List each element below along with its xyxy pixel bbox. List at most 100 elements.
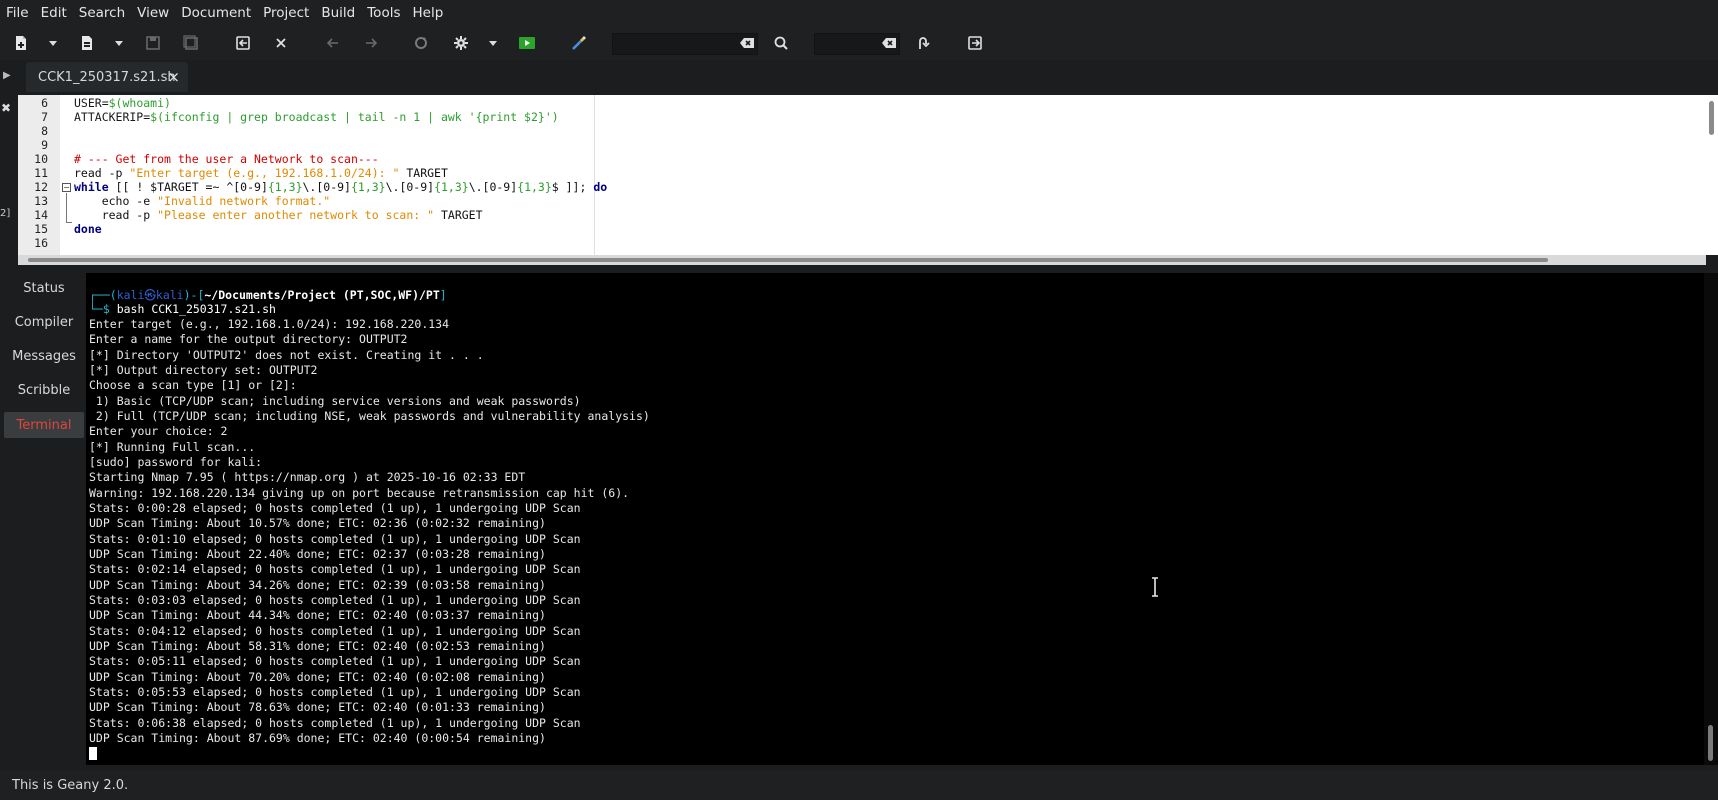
menu-view[interactable]: View bbox=[137, 5, 177, 21]
clear-goto-icon[interactable] bbox=[876, 30, 902, 56]
terminal-output-line: Warning: 192.168.220.134 giving up on po… bbox=[89, 485, 630, 500]
clear-search-icon[interactable] bbox=[734, 30, 760, 56]
scroll-thumb[interactable] bbox=[1709, 101, 1714, 135]
terminal-output-line: 1) Basic (TCP/UDP scan; including servic… bbox=[89, 393, 581, 408]
code-line-14: read -p "Please enter another network to… bbox=[74, 208, 483, 222]
terminal-output-line: UDP Scan Timing: About 10.57% done; ETC:… bbox=[89, 516, 546, 531]
tab-status[interactable]: Status bbox=[4, 275, 84, 301]
terminal-output-line: Enter a name for the output directory: O… bbox=[89, 332, 408, 347]
tab-close-icon[interactable]: × bbox=[167, 68, 180, 86]
terminal-output-line: Stats: 0:01:10 elapsed; 0 hosts complete… bbox=[89, 531, 581, 546]
line-number: 8 bbox=[41, 124, 48, 138]
status-text: This is Geany 2.0. bbox=[12, 777, 129, 793]
tab-terminal[interactable]: Terminal bbox=[4, 412, 84, 438]
close-icon[interactable] bbox=[268, 30, 294, 56]
terminal-output-line: Stats: 0:05:11 elapsed; 0 hosts complete… bbox=[89, 654, 581, 669]
terminal-output-line: Stats: 0:06:38 elapsed; 0 hosts complete… bbox=[89, 715, 581, 730]
code-line-15: done bbox=[74, 222, 102, 236]
collapsed-sidebar: ✖ 2] bbox=[0, 95, 18, 265]
quit-icon[interactable] bbox=[962, 30, 988, 56]
terminal-output-line: Stats: 0:03:03 elapsed; 0 hosts complete… bbox=[89, 592, 581, 607]
sidebar-fragment: 2] bbox=[0, 208, 11, 219]
menu-help[interactable]: Help bbox=[413, 5, 452, 21]
fold-line bbox=[66, 193, 67, 223]
back-icon[interactable] bbox=[320, 30, 346, 56]
line-number: 16 bbox=[34, 236, 48, 250]
save-icon[interactable] bbox=[140, 30, 166, 56]
line-number-gutter: 6 7 8 9 10 11 12 13 14 15 16 bbox=[18, 95, 60, 255]
menu-file[interactable]: File bbox=[6, 5, 37, 21]
color-chooser-icon[interactable] bbox=[566, 30, 592, 56]
terminal-output-line: Stats: 0:05:53 elapsed; 0 hosts complete… bbox=[89, 684, 581, 699]
terminal-output-line: Stats: 0:02:14 elapsed; 0 hosts complete… bbox=[89, 562, 581, 577]
terminal-output-line: UDP Scan Timing: About 70.20% done; ETC:… bbox=[89, 669, 546, 684]
line-number: 7 bbox=[41, 110, 48, 124]
menu-bar: File Edit Search View Document Project B… bbox=[0, 0, 1718, 26]
line-number: 15 bbox=[34, 222, 48, 236]
menu-document[interactable]: Document bbox=[181, 5, 259, 21]
document-tab[interactable]: CCK1_250317.s21.sh × bbox=[26, 62, 188, 92]
toolbar bbox=[0, 26, 1718, 60]
menu-tools[interactable]: Tools bbox=[367, 5, 408, 21]
editor-horizontal-scrollbar[interactable] bbox=[18, 255, 1706, 265]
tab-scribble[interactable]: Scribble bbox=[4, 377, 84, 403]
terminal-output-line: Stats: 0:00:28 elapsed; 0 hosts complete… bbox=[89, 500, 581, 515]
terminal-output-line: Enter target (e.g., 192.168.1.0/24): 192… bbox=[89, 317, 450, 331]
goto-line-icon[interactable] bbox=[910, 30, 936, 56]
menu-build[interactable]: Build bbox=[321, 5, 363, 21]
terminal-output-line: UDP Scan Timing: About 22.40% done; ETC:… bbox=[89, 546, 546, 561]
terminal-output-line: Stats: 0:04:12 elapsed; 0 hosts complete… bbox=[89, 623, 581, 638]
terminal-output-line: Starting Nmap 7.95 ( https://nmap.org ) … bbox=[89, 470, 526, 485]
forward-icon[interactable] bbox=[358, 30, 384, 56]
code-line-6: USER=$(whoami) bbox=[74, 96, 171, 110]
line-number: 13 bbox=[34, 194, 48, 208]
build-icon[interactable] bbox=[448, 30, 474, 56]
fold-line-end bbox=[66, 222, 72, 223]
tab-scroll-arrow-icon[interactable]: ▶ bbox=[3, 70, 11, 81]
terminal-output-line: [*] Running Full scan... bbox=[89, 439, 256, 454]
editor-vertical-scrollbar[interactable] bbox=[1706, 95, 1718, 255]
terminal-prompt-line: ┌──(kali㉿kali)-[~/Documents/Project (PT,… bbox=[89, 288, 447, 302]
line-number: 10 bbox=[34, 152, 48, 166]
terminal-cursor bbox=[89, 747, 97, 760]
open-file-icon[interactable] bbox=[74, 30, 100, 56]
open-dropdown-icon[interactable] bbox=[106, 30, 132, 56]
compile-icon[interactable] bbox=[408, 30, 434, 56]
sidebar-close-icon[interactable]: ✖ bbox=[1, 101, 11, 115]
scroll-thumb[interactable] bbox=[1708, 725, 1713, 761]
menu-search[interactable]: Search bbox=[79, 5, 133, 21]
terminal-output-line: UDP Scan Timing: About 78.63% done; ETC:… bbox=[89, 700, 546, 715]
tab-compiler[interactable]: Compiler bbox=[4, 309, 84, 335]
menu-project[interactable]: Project bbox=[263, 5, 317, 21]
code-editor[interactable]: 6 7 8 9 10 11 12 13 14 15 16 − USER=$(wh… bbox=[18, 95, 1706, 255]
line-number: 9 bbox=[41, 138, 48, 152]
code-line-10: # --- Get from the user a Network to sca… bbox=[74, 152, 379, 166]
new-file-icon[interactable] bbox=[8, 30, 34, 56]
terminal-output-line: Choose a scan type [1] or [2]: bbox=[89, 378, 297, 393]
new-dropdown-icon[interactable] bbox=[40, 30, 66, 56]
message-window-tabs: Status Compiler Messages Scribble Termin… bbox=[0, 273, 86, 765]
run-icon[interactable] bbox=[514, 30, 540, 56]
code-line-12: while [[ ! $TARGET =~ ^[0-9]{1,3}\.[0-9]… bbox=[74, 180, 608, 194]
terminal-output-line: UDP Scan Timing: About 44.34% done; ETC:… bbox=[89, 608, 546, 623]
terminal-scrollbar[interactable] bbox=[1704, 273, 1718, 765]
terminal-panel[interactable]: ┌──(kali㉿kali)-[~/Documents/Project (PT,… bbox=[86, 273, 1704, 765]
text-cursor-icon bbox=[1152, 577, 1158, 597]
tab-messages[interactable]: Messages bbox=[4, 343, 84, 369]
find-icon[interactable] bbox=[768, 30, 794, 56]
document-tab-strip: ▶ CCK1_250317.s21.sh × bbox=[0, 60, 1718, 94]
revert-icon[interactable] bbox=[230, 30, 256, 56]
fold-marker-icon[interactable]: − bbox=[62, 183, 71, 192]
line-number: 12 bbox=[34, 180, 48, 194]
line-number: 6 bbox=[41, 96, 48, 110]
terminal-output-line: [*] Output directory set: OUTPUT2 bbox=[89, 362, 318, 377]
terminal-output-line: [*] Directory 'OUTPUT2' does not exist. … bbox=[89, 347, 484, 362]
code-line-13: echo -e "Invalid network format." bbox=[74, 194, 331, 208]
line-number: 14 bbox=[34, 208, 48, 222]
save-all-icon[interactable] bbox=[178, 30, 204, 56]
status-bar: This is Geany 2.0. bbox=[0, 770, 1718, 800]
scroll-thumb[interactable] bbox=[28, 258, 1548, 262]
terminal-output-line: 2) Full (TCP/UDP scan; including NSE, we… bbox=[89, 408, 650, 423]
menu-edit[interactable]: Edit bbox=[41, 5, 75, 21]
build-dropdown-icon[interactable] bbox=[480, 30, 506, 56]
